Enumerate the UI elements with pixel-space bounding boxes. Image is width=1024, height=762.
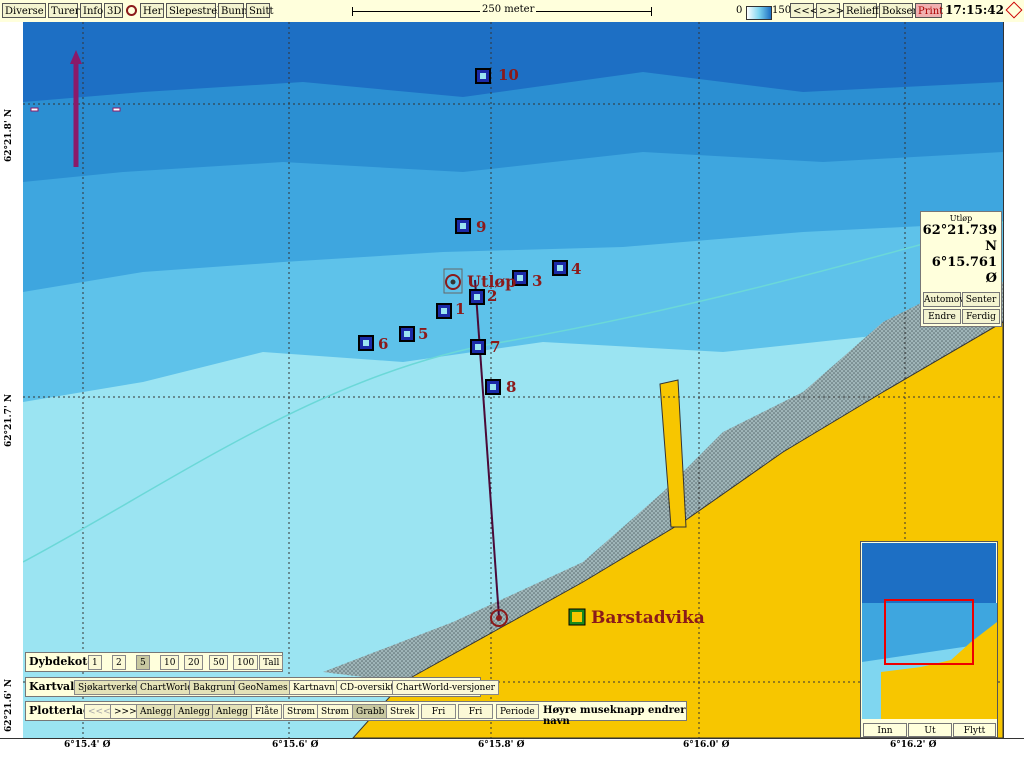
waypoint-5-marker[interactable]	[399, 326, 415, 342]
lat-label-2: 62°21.7' N	[4, 393, 14, 447]
lat-label-3: 62°21.6' N	[4, 678, 14, 732]
barstadvika-label: Barstadvika	[591, 608, 705, 628]
bokser-button[interactable]: Bokser	[879, 3, 917, 18]
kartvalg-geonames[interactable]: GeoNames	[234, 680, 292, 695]
waypoint-7-label: 7	[490, 338, 501, 356]
position-longitude: 6°15.761 Ø	[931, 255, 997, 286]
depth-max-label: 150	[772, 5, 792, 16]
waypoint-2-marker[interactable]	[469, 289, 485, 305]
depth-option-20[interactable]: 20	[184, 655, 204, 670]
plotterlag-periode[interactable]: Periode	[496, 704, 539, 719]
plotterlag-fri-1[interactable]: Fri	[421, 704, 456, 719]
waypoint-5-label: 5	[418, 325, 429, 343]
clock-time: 17:15:42	[945, 3, 1004, 17]
depth-option-tall[interactable]: Tall	[259, 655, 284, 670]
plotterlag-hint: Høyre museknapp endrer navn	[543, 705, 686, 727]
plotterlag-flate[interactable]: Flåte	[251, 704, 283, 719]
plotterlag-anlegg-3[interactable]: Anlegg	[212, 704, 253, 719]
position-info-panel: Utløp 62°21.739 N 6°15.761 Ø Automov Sen…	[920, 211, 1002, 327]
lon-label-3: 6°15.8' Ø	[478, 740, 525, 750]
waypoint-1-label: 1	[455, 300, 466, 318]
utlop-label: Utløp	[467, 272, 517, 291]
latitude-ruler: 62°21.8' N 62°21.7' N 62°21.6' N	[0, 22, 24, 738]
waypoint-8-marker[interactable]	[485, 379, 501, 395]
menu-her-button[interactable]: Her	[140, 3, 164, 18]
scale-bar: 250 meter	[352, 4, 652, 18]
overview-minimap: Inn Ut Flytt	[860, 541, 998, 738]
menu-info-button[interactable]: Info	[80, 3, 103, 18]
waypoint-1-marker[interactable]	[436, 303, 452, 319]
menu-snitt-button[interactable]: Snitt	[246, 3, 274, 18]
chart-map[interactable]: 10 9 4 3 2 1 5 6 7 8 Utløp Barstadvika	[23, 22, 1003, 738]
plotterlag-panel: Plotterlag <<< >>> Anlegg Anlegg Anlegg …	[25, 701, 687, 727]
plotterlag-strom-2[interactable]: Strøm	[317, 704, 354, 719]
print-button[interactable]: Print	[915, 3, 943, 18]
kartvalg-sjokartverket[interactable]: Sjøkartverket	[74, 680, 145, 695]
plotterlag-strek[interactable]: Strek	[386, 704, 419, 719]
menu-bunn-button[interactable]: Bunn	[218, 3, 248, 18]
menu-slepestrek-button[interactable]: Slepestrek	[166, 3, 223, 18]
scale-label: 250 meter	[480, 4, 537, 15]
kartvalg-panel: Kartvalg Sjøkartverket ChartWorld Bakgru…	[25, 677, 499, 697]
nav-prev-button[interactable]: <<<	[790, 3, 818, 18]
depth-option-2[interactable]: 2	[112, 655, 126, 670]
nav-next-button[interactable]: >>>	[816, 3, 844, 18]
lon-label-2: 6°15.6' Ø	[272, 740, 319, 750]
compass-icon[interactable]	[1005, 1, 1023, 19]
lon-label-1: 6°15.4' Ø	[64, 740, 111, 750]
depth-gradient-legend	[746, 6, 772, 20]
waypoint-4-label: 4	[571, 260, 582, 278]
waypoint-9-marker[interactable]	[455, 218, 471, 234]
relieff-button[interactable]: Relieff	[843, 3, 879, 18]
kartvalg-cd-oversikt[interactable]: CD-oversikt	[336, 680, 399, 695]
top-toolbar: Diverse Turer Info 3D Her Slepestrek Bun…	[0, 0, 1024, 23]
position-latitude: 62°21.739 N	[922, 223, 997, 254]
position-title: Utløp	[949, 214, 973, 223]
ferdig-button[interactable]: Ferdig	[962, 309, 1000, 324]
menu-diverse-button[interactable]: Diverse	[2, 3, 46, 18]
depth-option-10[interactable]: 10	[160, 655, 180, 670]
minimap-zoom-in-button[interactable]: Inn	[863, 723, 907, 737]
senter-button[interactable]: Senter	[962, 292, 1000, 307]
lat-label-1: 62°21.8' N	[4, 108, 14, 162]
depth-option-1[interactable]: 1	[88, 655, 102, 670]
waypoint-6-marker[interactable]	[358, 335, 374, 351]
waypoint-10-label: 10	[498, 66, 519, 84]
menu-3d-button[interactable]: 3D	[104, 3, 123, 18]
lon-label-4: 6°16.0' Ø	[683, 740, 730, 750]
automov-button[interactable]: Automov	[923, 292, 964, 307]
waypoint-10-marker[interactable]	[475, 68, 491, 84]
minimap-move-button[interactable]: Flytt	[953, 723, 996, 737]
kartvalg-kartnavn[interactable]: Kartnavn	[289, 680, 340, 695]
plotterlag-strom-1[interactable]: Strøm	[283, 704, 320, 719]
right-ruler	[1003, 22, 1024, 738]
plotterlag-anlegg-1[interactable]: Anlegg	[136, 704, 177, 719]
waypoint-6-label: 6	[378, 335, 389, 353]
waypoint-9-label: 9	[476, 218, 487, 236]
plotterlag-grabb[interactable]: Grabb	[352, 704, 389, 719]
depth-option-5[interactable]: 5	[136, 655, 150, 670]
depth-option-100[interactable]: 100	[233, 655, 259, 670]
plotterlag-label: Plotterlag	[29, 704, 91, 717]
endre-button[interactable]: Endre	[923, 309, 961, 324]
target-icon	[126, 5, 137, 16]
depth-min-label: 0	[736, 5, 743, 16]
waypoint-8-label: 8	[506, 378, 517, 396]
waypoint-4-marker[interactable]	[552, 260, 568, 276]
waypoint-3-label: 3	[532, 272, 543, 290]
menu-turer-button[interactable]: Turer	[48, 3, 80, 18]
minimap-canvas[interactable]	[861, 542, 997, 720]
depth-option-50[interactable]: 50	[209, 655, 229, 670]
waypoint-7-marker[interactable]	[470, 339, 486, 355]
depth-contours-panel: Dybdekoter 1 2 5 10 20 50 100 Tall	[25, 652, 284, 672]
minimap-zoom-out-button[interactable]: Ut	[908, 723, 952, 737]
kartvalg-chartworld[interactable]: ChartWorld	[136, 680, 197, 695]
plotterlag-fri-2[interactable]: Fri	[458, 704, 493, 719]
kartvalg-chartworld-versjoner[interactable]: ChartWorld-versjoner	[392, 680, 499, 695]
lon-label-5: 6°16.2' Ø	[890, 740, 937, 750]
plotterlag-anlegg-2[interactable]: Anlegg	[174, 704, 215, 719]
